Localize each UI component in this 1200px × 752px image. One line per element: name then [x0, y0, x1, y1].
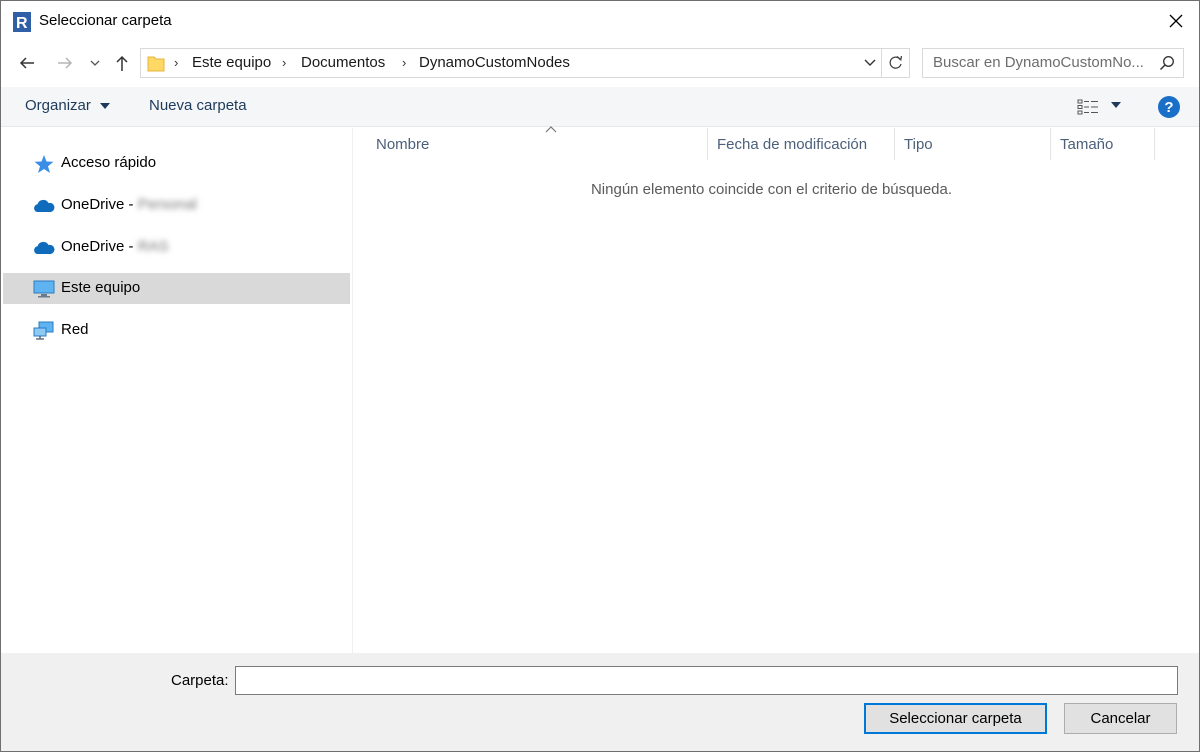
back-button[interactable]	[14, 49, 40, 77]
nav-label: Acceso rápido	[61, 154, 157, 171]
column-label: Tipo	[904, 136, 933, 153]
search-placeholder: Buscar en DynamoCustomNo...	[933, 54, 1144, 71]
window-title: Seleccionar carpeta	[39, 12, 172, 29]
empty-folder-message: Ningún elemento coincide con el criterio…	[590, 181, 953, 198]
nav-item-onedrive-work[interactable]: OneDrive - RAS	[3, 232, 350, 263]
file-list[interactable]: Nombre Fecha de modificación Tipo Tamaño…	[354, 126, 1199, 653]
command-toolbar: Organizar Nueva carpeta ?	[1, 87, 1199, 127]
address-bar[interactable]: › Este equipo › Documentos › DynamoCusto…	[140, 48, 910, 78]
close-button[interactable]	[1153, 1, 1199, 41]
nav-item-this-pc[interactable]: Este equipo	[3, 273, 350, 304]
network-icon	[33, 321, 54, 340]
arrow-up-icon	[116, 55, 128, 71]
column-label: Nombre	[376, 136, 430, 153]
refresh-icon	[889, 55, 903, 69]
refresh-button[interactable]	[881, 49, 910, 77]
title-bar: R Seleccionar carpeta	[1, 1, 1199, 41]
new-folder-button[interactable]: Nueva carpeta	[149, 97, 247, 114]
breadcrumb-documentos[interactable]: Documentos	[301, 54, 385, 71]
nav-item-onedrive-personal[interactable]: OneDrive - Personal	[3, 190, 350, 221]
svg-text:R: R	[16, 15, 28, 32]
breadcrumb-separator-icon: ›	[402, 55, 407, 70]
folder-name-field[interactable]	[235, 666, 1178, 695]
arrow-left-icon	[19, 57, 34, 69]
column-header-size[interactable]: Tamaño	[1051, 128, 1155, 160]
cancel-button[interactable]: Cancelar	[1064, 703, 1177, 734]
organize-label: Organizar	[25, 97, 91, 114]
search-icon[interactable]	[1159, 55, 1175, 71]
account-name-blurred: RAS	[137, 238, 169, 255]
account-name-blurred: Personal	[137, 196, 197, 213]
nav-item-network[interactable]: Red	[3, 315, 350, 346]
breadcrumb-separator-icon: ›	[174, 55, 179, 70]
cloud-icon	[34, 199, 55, 212]
column-label: Tamaño	[1060, 136, 1114, 153]
navigation-pane: Acceso rápido OneDrive - Personal OneDri…	[1, 128, 353, 653]
chevron-down-icon	[90, 60, 100, 66]
nav-label: OneDrive - RAS	[61, 238, 169, 255]
address-history-dropdown[interactable]	[859, 49, 881, 77]
dialog-footer: Carpeta: Seleccionar carpeta Cancelar	[1, 653, 1199, 751]
nav-item-quick-access[interactable]: Acceso rápido	[3, 148, 350, 179]
view-caret-down-icon[interactable]	[1111, 102, 1121, 108]
select-folder-button[interactable]: Seleccionar carpeta	[864, 703, 1047, 734]
nav-label: Red	[61, 321, 89, 338]
computer-icon	[33, 280, 55, 298]
cloud-icon	[34, 241, 55, 254]
column-header-name[interactable]: Nombre	[367, 126, 708, 160]
forward-button[interactable]	[52, 49, 78, 77]
search-input[interactable]: Buscar en DynamoCustomNo...	[922, 48, 1184, 78]
nav-label: Este equipo	[61, 279, 141, 296]
breadcrumb-este-equipo[interactable]: Este equipo	[192, 54, 271, 71]
view-options-icon[interactable]	[1077, 98, 1099, 116]
sort-ascending-icon	[545, 126, 557, 133]
column-header-type[interactable]: Tipo	[895, 128, 1051, 160]
star-icon	[34, 155, 54, 173]
help-icon[interactable]: ?	[1158, 96, 1180, 118]
recent-locations-button[interactable]	[84, 49, 106, 77]
folder-icon	[147, 56, 165, 72]
breadcrumb-dynamocustomnodes[interactable]: DynamoCustomNodes	[419, 54, 570, 71]
caret-down-icon	[100, 103, 111, 110]
column-label: Fecha de modificación	[717, 136, 868, 153]
breadcrumb-separator-icon: ›	[282, 55, 287, 70]
chevron-down-icon	[864, 59, 876, 66]
arrow-right-icon	[58, 57, 73, 69]
folder-label: Carpeta:	[171, 672, 229, 689]
select-folder-dialog: R Seleccionar carpeta › Este equipo › Do…	[0, 0, 1200, 752]
column-header-date[interactable]: Fecha de modificación	[708, 128, 895, 160]
organize-menu-button[interactable]: Organizar	[25, 97, 111, 114]
close-icon	[1169, 14, 1183, 28]
nav-label: OneDrive - Personal	[61, 196, 197, 213]
up-button[interactable]	[109, 49, 135, 77]
revit-app-icon: R	[13, 12, 31, 32]
